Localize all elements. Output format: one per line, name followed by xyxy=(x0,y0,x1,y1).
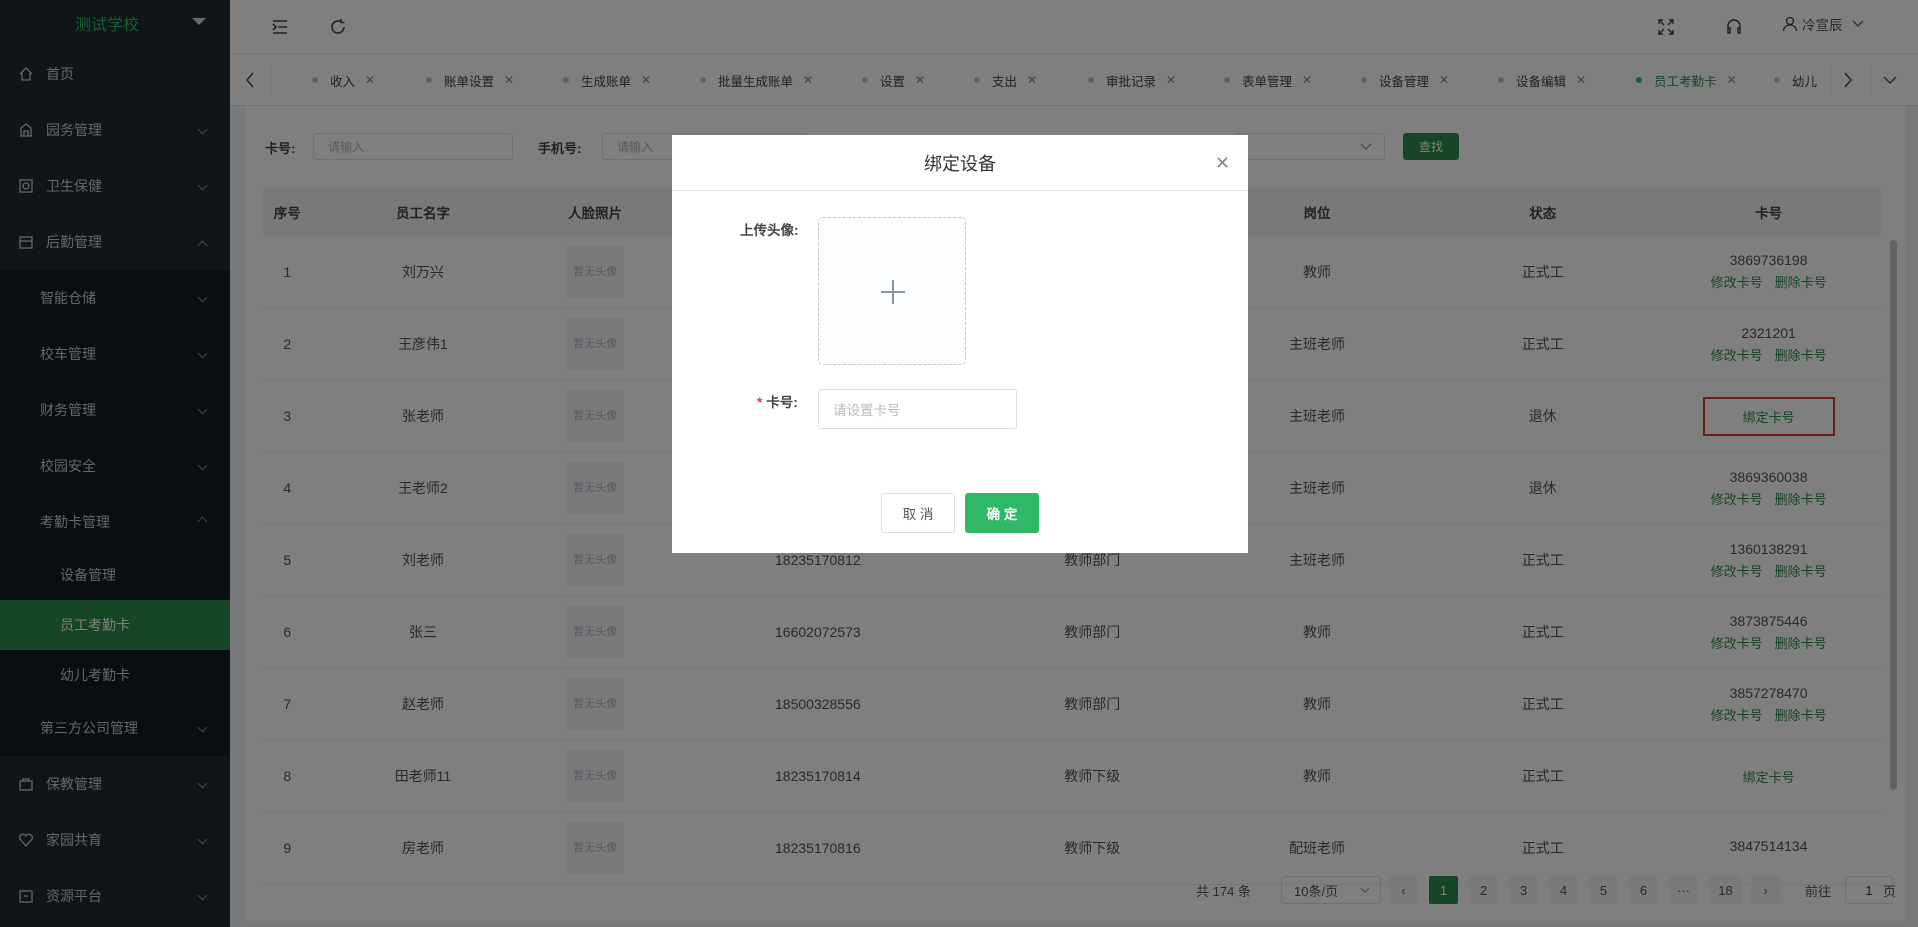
dialog-title: 绑定设备 xyxy=(924,153,996,174)
upload-avatar-label: 上传头像: xyxy=(740,223,799,238)
avatar-uploader[interactable] xyxy=(818,217,966,365)
card-number-input[interactable]: 请设置卡号 xyxy=(818,389,1017,429)
confirm-button[interactable]: 确 定 xyxy=(965,493,1039,533)
cancel-button[interactable]: 取 消 xyxy=(881,493,955,533)
plus-icon xyxy=(881,280,905,304)
close-icon[interactable]: ✕ xyxy=(1215,153,1230,174)
card-number-label: * 卡号: xyxy=(757,395,798,410)
bind-device-dialog: 绑定设备 ✕ 上传头像: * 卡号: 请设置卡号 取 消 确 定 xyxy=(672,135,1248,553)
dialog-header: 绑定设备 ✕ xyxy=(672,135,1248,191)
